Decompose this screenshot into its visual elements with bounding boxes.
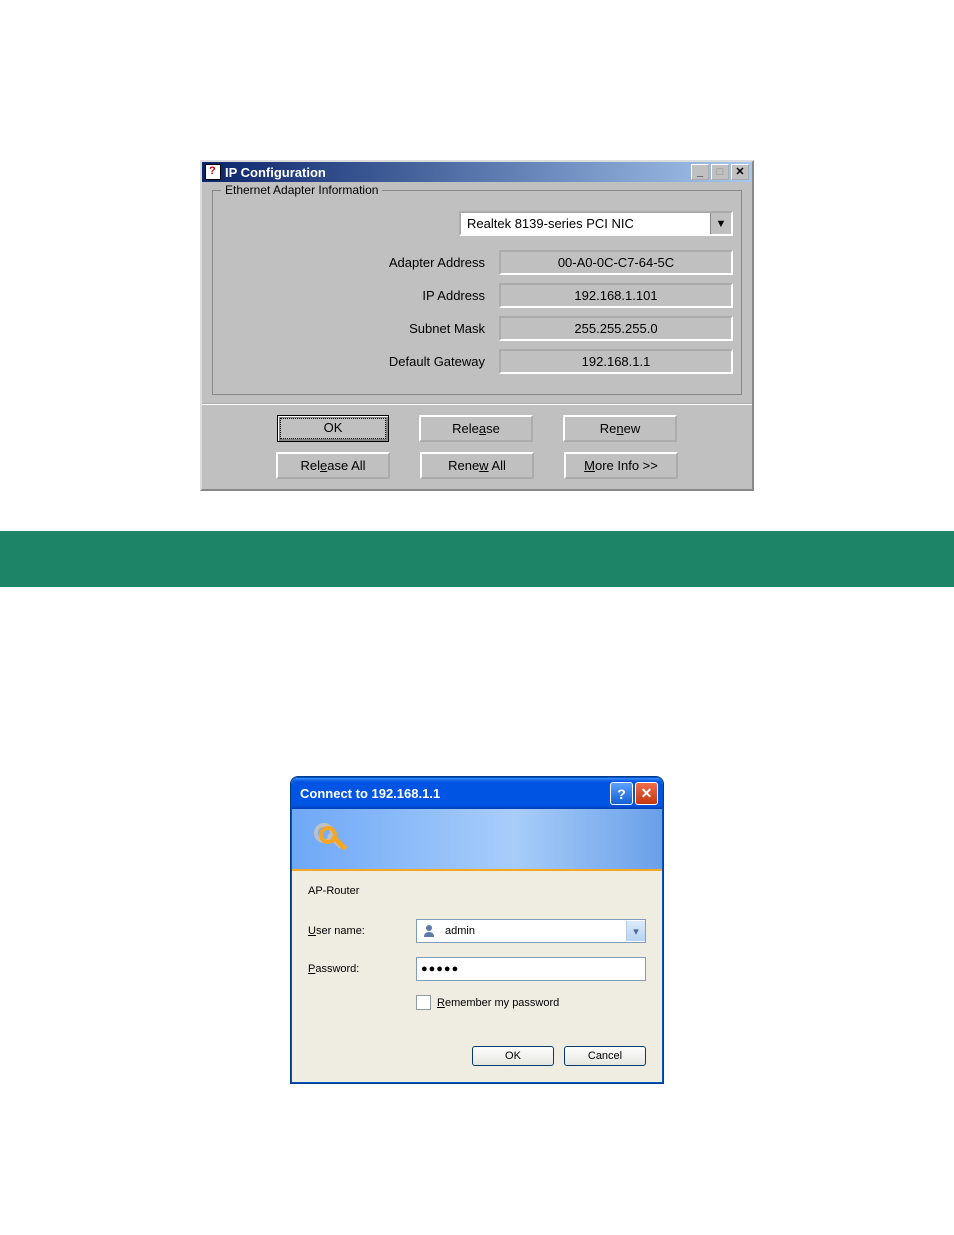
release-button[interactable]: Release	[419, 415, 533, 442]
password-field[interactable]: ●●●●●	[416, 957, 646, 981]
ip-configuration-window: IP Configuration _ □ ✕ Ethernet Adapter …	[200, 160, 754, 491]
renew-button[interactable]: Renew	[563, 415, 677, 442]
cancel-button[interactable]: Cancel	[564, 1046, 646, 1066]
subnet-mask-value: 255.255.255.0	[499, 316, 733, 341]
username-value: admin	[441, 925, 626, 937]
realm-label: AP-Router	[308, 885, 646, 897]
password-value: ●●●●●	[417, 963, 645, 975]
password-label: Password:	[308, 963, 416, 975]
help-button[interactable]: ?	[610, 782, 633, 805]
connect-dialog: Connect to 192.168.1.1 ? ✕ AP-Router Use…	[291, 777, 663, 1083]
more-info-button[interactable]: More Info >>	[564, 452, 678, 479]
remember-label: Remember my password	[437, 997, 559, 1009]
default-gateway-label: Default Gateway	[221, 354, 499, 369]
remember-checkbox[interactable]	[416, 995, 431, 1010]
username-field[interactable]: admin ▾	[416, 919, 646, 943]
window-title: Connect to 192.168.1.1	[300, 786, 440, 801]
titlebar[interactable]: IP Configuration _ □ ✕	[202, 162, 752, 182]
minimize-button[interactable]: _	[691, 164, 709, 180]
maximize-button: □	[711, 164, 729, 180]
username-label: User name:	[308, 925, 416, 937]
keys-icon	[310, 819, 350, 859]
adapter-address-value: 00-A0-0C-C7-64-5C	[499, 250, 733, 275]
ok-button[interactable]: OK	[472, 1046, 554, 1066]
renew-all-button[interactable]: Renew All	[420, 452, 534, 479]
group-label: Ethernet Adapter Information	[221, 183, 382, 197]
user-icon	[419, 922, 439, 940]
chevron-down-icon[interactable]: ▼	[710, 213, 731, 234]
chevron-down-icon[interactable]: ▾	[626, 921, 645, 941]
default-gateway-value: 192.168.1.1	[499, 349, 733, 374]
adapter-dropdown[interactable]: Realtek 8139-series PCI NIC ▼	[459, 211, 733, 236]
ip-address-value: 192.168.1.101	[499, 283, 733, 308]
ip-address-label: IP Address	[221, 288, 499, 303]
ok-button[interactable]: OK	[277, 415, 389, 442]
subnet-mask-label: Subnet Mask	[221, 321, 499, 336]
dialog-banner	[292, 809, 662, 871]
section-divider	[0, 531, 954, 587]
close-button[interactable]: ✕	[635, 782, 658, 805]
window-title: IP Configuration	[225, 165, 326, 180]
ethernet-adapter-group: Ethernet Adapter Information Realtek 813…	[212, 190, 742, 395]
close-button[interactable]: ✕	[731, 164, 749, 180]
titlebar[interactable]: Connect to 192.168.1.1 ? ✕	[292, 778, 662, 809]
app-icon	[205, 164, 221, 180]
adapter-address-label: Adapter Address	[221, 255, 499, 270]
release-all-button[interactable]: Release All	[276, 452, 390, 479]
adapter-selected: Realtek 8139-series PCI NIC	[461, 213, 710, 234]
